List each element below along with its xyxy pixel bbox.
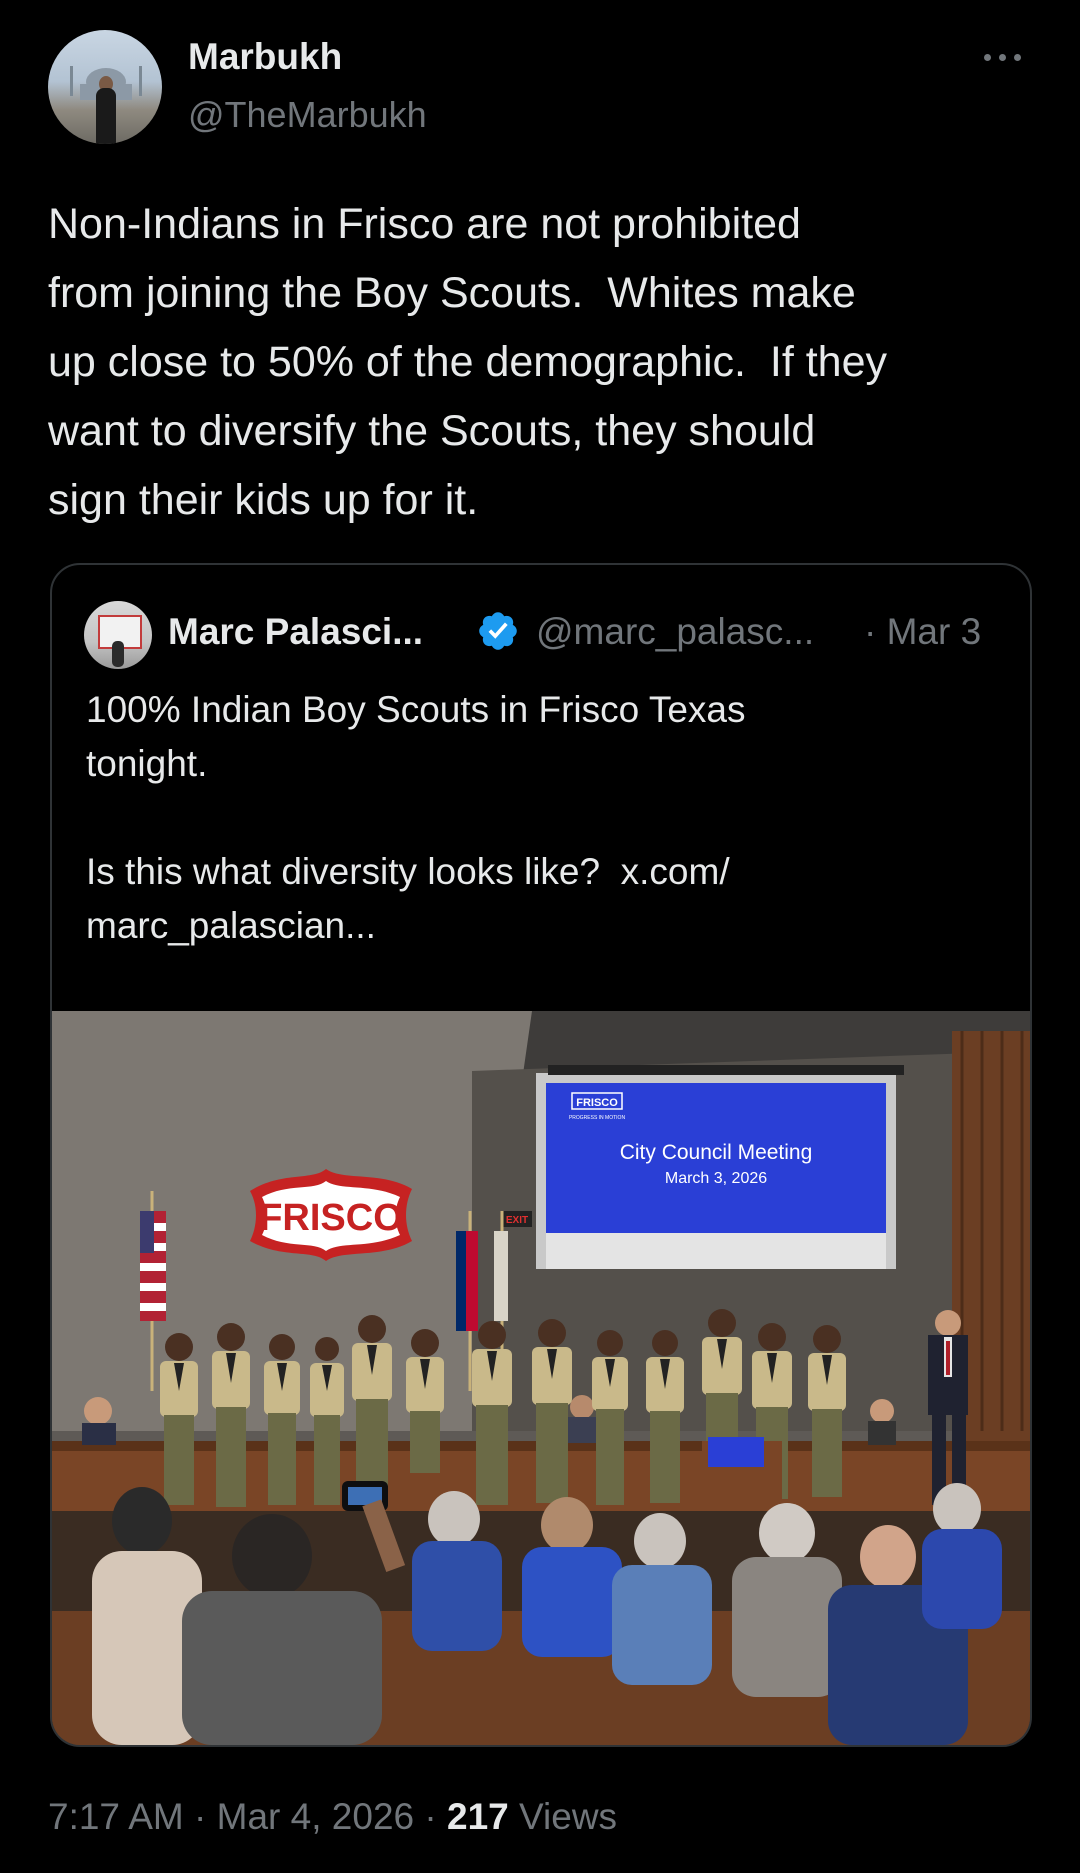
tweet-meta: 7:17 AM · Mar 4, 2026 · 217 Views — [48, 1796, 617, 1838]
author-avatar[interactable] — [48, 30, 162, 144]
slide-date: March 3, 2026 — [665, 1170, 767, 1187]
tweet-text: Non-Indians in Frisco are not prohibited… — [48, 200, 888, 524]
avatar-person — [96, 88, 116, 144]
slide-tagline: PROGRESS IN MOTION — [569, 1115, 626, 1121]
slide-title: City Council Meeting — [620, 1141, 813, 1164]
quoted-photo[interactable]: FRISCO PROGRESS IN MOTION City Council M… — [52, 1011, 1030, 1745]
quoted-handle[interactable]: @marc_palasc... — [536, 611, 814, 653]
views-label: Views — [508, 1796, 618, 1837]
author-handle[interactable]: @TheMarbukh — [188, 94, 427, 136]
author-display-name[interactable]: Marbukh — [188, 36, 342, 78]
meta-separator: · — [183, 1796, 217, 1837]
tweet: Marbukh @TheMarbukh Non-Indians in Frisc… — [0, 0, 1080, 1873]
verified-badge-icon — [479, 612, 517, 650]
quoted-text: 100% Indian Boy Scouts in Frisco Texas t… — [86, 689, 746, 946]
quoted-date[interactable]: · Mar 3 — [864, 611, 981, 653]
exit-sign: EXIT — [506, 1215, 528, 1226]
quoted-author-avatar[interactable] — [84, 601, 152, 669]
tweet-time[interactable]: 7:17 AM — [48, 1796, 184, 1837]
more-options-icon[interactable] — [980, 44, 1026, 70]
slide-logo: FRISCO — [576, 1097, 618, 1109]
meta-separator: · — [414, 1796, 447, 1837]
tweet-date[interactable]: Mar 4, 2026 — [217, 1796, 414, 1837]
views-count[interactable]: 217 — [447, 1796, 509, 1837]
quoted-tweet[interactable]: Marc Palasci... @marc_palasc... · Mar 3 … — [50, 563, 1032, 1747]
frisco-sign: FRISCO — [259, 1197, 403, 1239]
quoted-display-name[interactable]: Marc Palasci... — [168, 611, 423, 653]
council-meeting-photo: FRISCO PROGRESS IN MOTION City Council M… — [52, 1011, 1030, 1745]
